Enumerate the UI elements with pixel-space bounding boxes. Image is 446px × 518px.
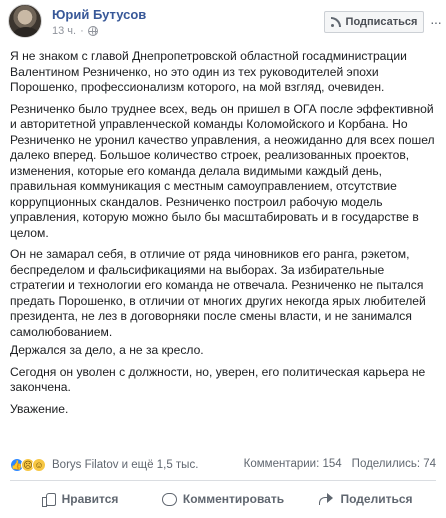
reaction-names[interactable]: Borys Filatov и ещё 1,5 тыс. xyxy=(52,459,198,471)
facebook-post: Юрий Бутусов 13 ч. · Подписаться ··· Я н… xyxy=(0,0,446,518)
meta-separator: · xyxy=(80,25,84,37)
author-name[interactable]: Юрий Бутусов xyxy=(52,7,146,22)
thumbs-up-icon xyxy=(41,492,56,507)
paragraph: Резниченко было труднее всех, ведь он пр… xyxy=(10,101,435,240)
haha-reaction-icon[interactable]: ☺ xyxy=(32,458,46,472)
like-button[interactable]: Нравится xyxy=(10,487,150,511)
post-header: Юрий Бутусов 13 ч. · Подписаться ··· xyxy=(6,4,442,44)
paragraph: Уважение. xyxy=(10,401,69,416)
avatar-figure xyxy=(13,27,39,37)
like-label: Нравится xyxy=(61,492,119,506)
comments-count[interactable]: Комментарии: 154 xyxy=(244,458,342,470)
subscribe-button[interactable]: Подписаться xyxy=(324,11,424,33)
post-meta: 13 ч. · xyxy=(52,25,98,37)
more-options-icon[interactable]: ··· xyxy=(430,14,442,30)
author-avatar[interactable] xyxy=(8,4,42,38)
paragraph: Он не замарал себя, в отличие от ряда чи… xyxy=(10,247,426,339)
paragraph: Держался за дело, а не за кресло. xyxy=(10,343,204,357)
paragraph: Я не знаком с главой Днепропетровской об… xyxy=(10,49,407,94)
rss-icon xyxy=(330,17,341,27)
divider xyxy=(10,480,436,481)
comment-button[interactable]: Комментировать xyxy=(153,487,293,511)
post-time[interactable]: 13 ч. xyxy=(52,25,76,37)
share-label: Поделиться xyxy=(340,492,413,506)
reactions-bar: 👍 ☹ ☺ Borys Filatov и ещё 1,5 тыс. Комме… xyxy=(10,456,438,474)
post-text: Я не знаком с главой Днепропетровской об… xyxy=(10,49,438,423)
comment-label: Комментировать xyxy=(182,492,285,506)
shares-count[interactable]: Поделились: 74 xyxy=(352,458,436,470)
share-button[interactable]: Поделиться xyxy=(296,487,436,511)
subscribe-label: Подписаться xyxy=(345,16,418,28)
comment-icon xyxy=(161,492,177,506)
engagement-counts: Комментарии: 154 Поделились: 74 xyxy=(244,458,436,470)
share-icon xyxy=(319,492,334,506)
globe-icon xyxy=(87,26,98,36)
paragraph: Сегодня он уволен с должности, но, увере… xyxy=(10,364,426,395)
action-bar: Нравится Комментировать Поделиться xyxy=(10,487,436,511)
